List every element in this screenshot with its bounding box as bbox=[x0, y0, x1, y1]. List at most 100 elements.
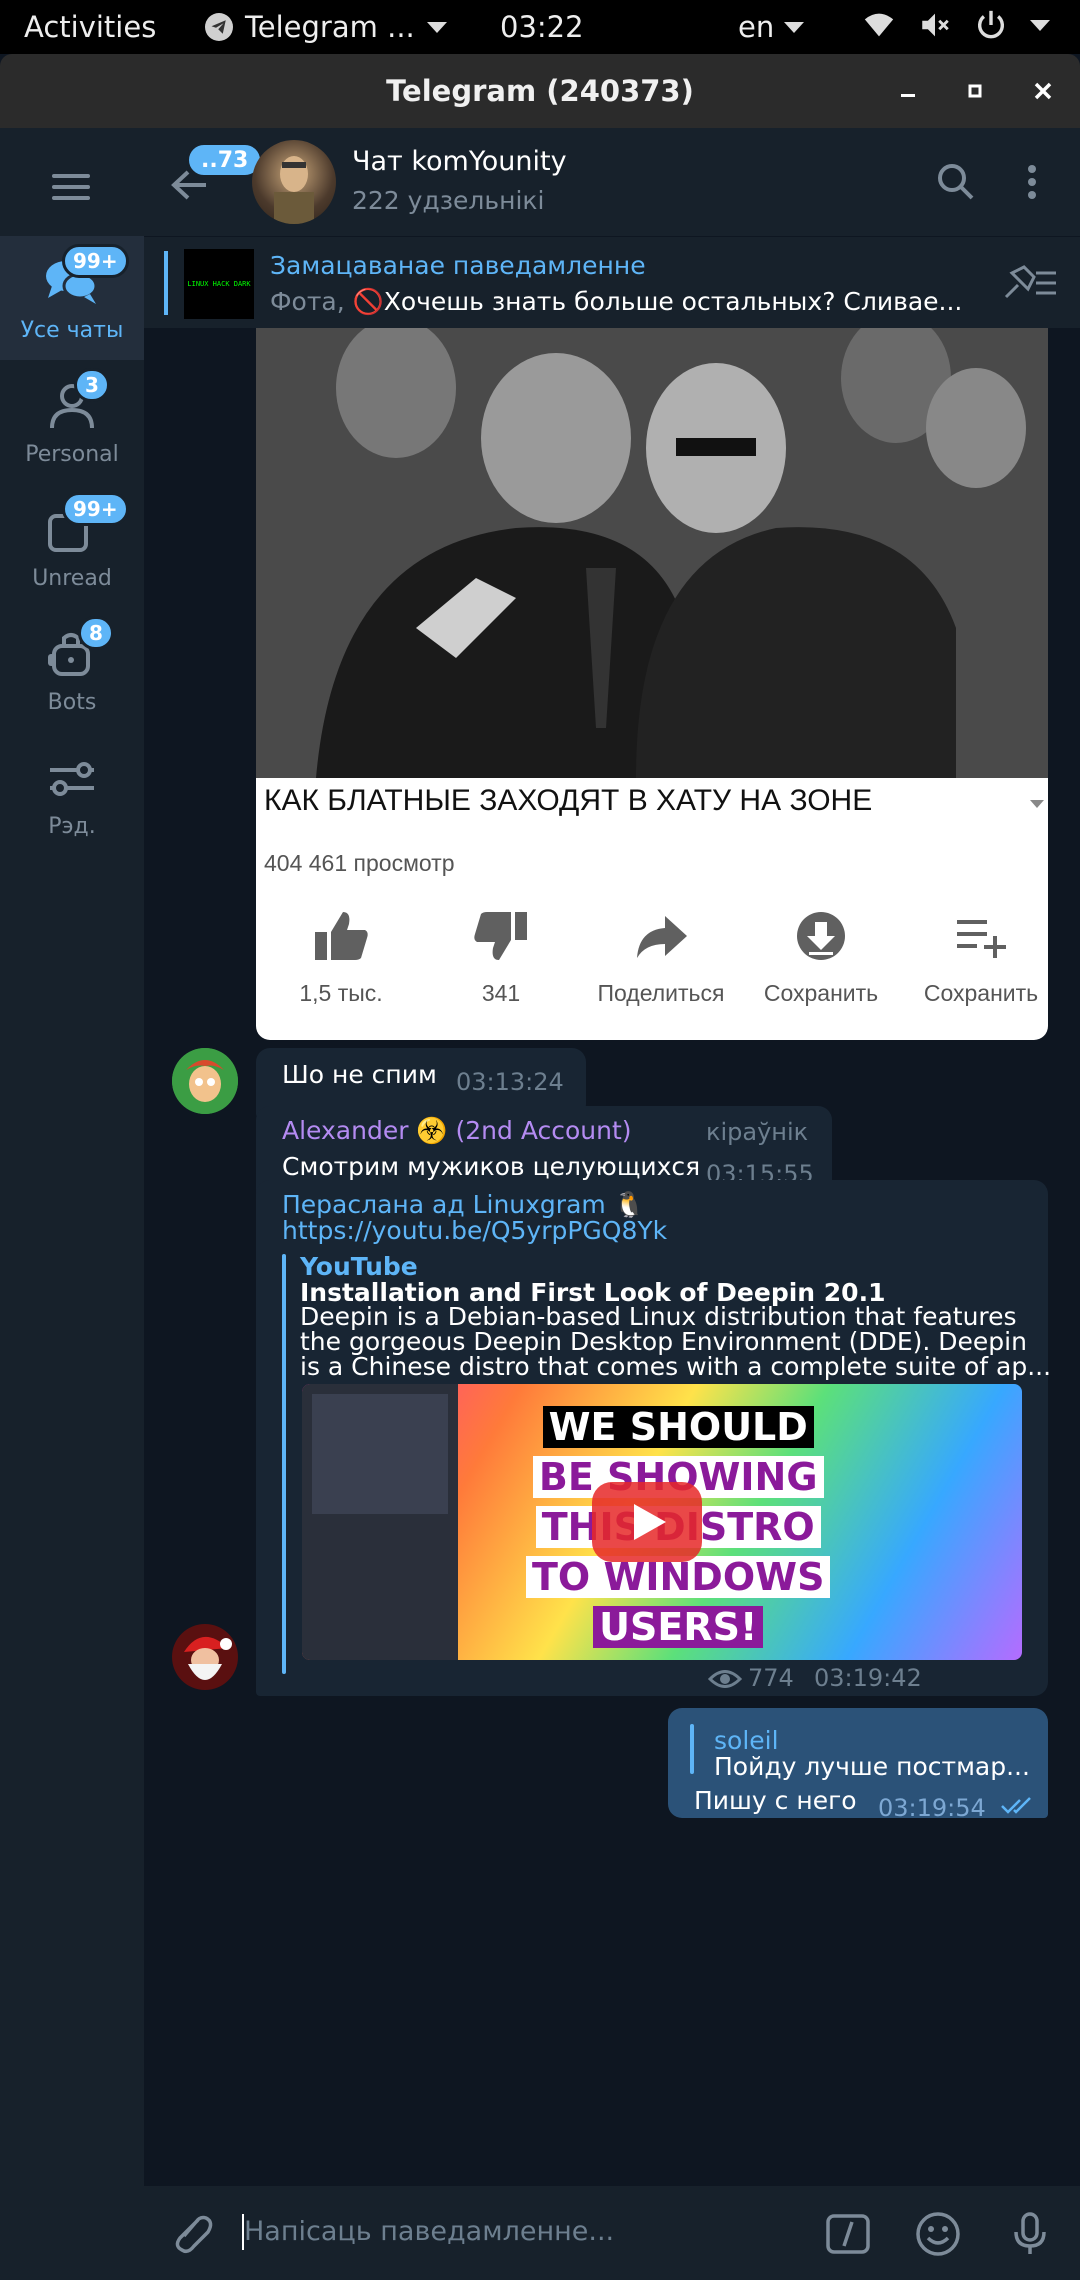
keyboard-layout[interactable]: en bbox=[738, 10, 805, 44]
wifi-icon bbox=[864, 13, 894, 37]
sender-avatar[interactable] bbox=[172, 1048, 238, 1114]
folder-label: Усе чаты bbox=[20, 318, 124, 343]
message-sender[interactable]: Alexander ☣️ (2nd Account) bbox=[282, 1116, 632, 1146]
bot-commands-icon[interactable] bbox=[824, 2210, 872, 2258]
system-status-menu[interactable] bbox=[862, 8, 1050, 42]
thumbs-down-icon bbox=[474, 912, 527, 960]
folder-all-chats[interactable]: 99+ Усе чаты bbox=[0, 236, 144, 360]
close-button[interactable] bbox=[1028, 76, 1058, 106]
unread-badge: 3 bbox=[74, 368, 110, 402]
app-menu[interactable]: Telegram ... bbox=[205, 10, 447, 44]
message-text: Шо не спим bbox=[282, 1060, 437, 1089]
caret-down-icon bbox=[1030, 800, 1044, 808]
views-eye-icon bbox=[708, 1670, 742, 1688]
play-icon bbox=[634, 1504, 666, 1540]
share-icon bbox=[637, 916, 687, 958]
folders-sidebar: 99+ Усе чаты 3 Personal 99+ Unread 8 Bot… bbox=[0, 128, 144, 2280]
message-text: Пишу с него bbox=[694, 1786, 857, 1815]
pinned-list-icon[interactable] bbox=[1002, 263, 1058, 303]
volume-muted-icon bbox=[922, 13, 949, 37]
back-unread-badge: ..73 bbox=[186, 142, 264, 178]
message-time: 03:13:24 bbox=[456, 1068, 564, 1096]
folder-label: Unread bbox=[32, 566, 112, 591]
folder-edit[interactable]: Рэд. bbox=[0, 732, 144, 856]
folder-bots[interactable]: 8 Bots bbox=[0, 608, 144, 732]
pinned-accent-bar bbox=[164, 251, 168, 315]
message-list[interactable]: КАК БЛАТНЫЕ ЗАХОДЯТ В ХАТУ НА ЗОНЕ 404 4… bbox=[144, 328, 1080, 2186]
minimize-button[interactable] bbox=[893, 76, 923, 106]
preview-site-name: YouTube bbox=[300, 1252, 418, 1281]
maximize-icon bbox=[968, 84, 982, 98]
pinned-preview: Фота, 🚫Хочешь знать больше остальных? Сл… bbox=[270, 287, 960, 316]
chevron-down-icon bbox=[784, 21, 805, 33]
chevron-down-icon bbox=[426, 21, 447, 33]
unread-badge: 99+ bbox=[62, 244, 129, 278]
keyboard-layout-label: en bbox=[738, 10, 775, 44]
more-vertical-icon[interactable] bbox=[1010, 160, 1054, 204]
attach-icon[interactable] bbox=[168, 2210, 216, 2258]
power-icon bbox=[978, 10, 1004, 39]
message-photo[interactable] bbox=[256, 328, 1048, 778]
message-composer: Напісаць паведамленне... bbox=[144, 2186, 1080, 2280]
video-thumbnail[interactable]: WE SHOULD BE SHOWING THIS DISTRO TO WIND… bbox=[302, 1384, 1022, 1660]
views-count: 774 bbox=[748, 1664, 794, 1692]
message-time: 03:19:42 bbox=[814, 1664, 922, 1692]
play-button[interactable] bbox=[592, 1482, 702, 1562]
unread-badge: 99+ bbox=[62, 492, 129, 526]
edit-folders-icon bbox=[50, 762, 94, 796]
clock[interactable]: 03:22 bbox=[500, 10, 584, 44]
chevron-down-icon bbox=[1030, 19, 1050, 31]
close-icon bbox=[1034, 82, 1052, 100]
like-action: 1,5 тыс. bbox=[256, 908, 426, 1007]
unread-badge: 8 bbox=[78, 616, 114, 650]
preview-description-line: is a Chinese distro that comes with a co… bbox=[300, 1352, 1052, 1381]
main-menu-button[interactable] bbox=[52, 174, 90, 204]
chat-member-count: 222 удзельнікі bbox=[352, 186, 545, 215]
download-icon bbox=[797, 912, 845, 960]
message-link[interactable]: https://youtu.be/Q5yrpPGQ8Yk bbox=[282, 1216, 667, 1245]
app-menu-label: Telegram ... bbox=[245, 10, 415, 44]
microphone-icon[interactable] bbox=[1006, 2210, 1054, 2258]
save-action: Сохранить bbox=[736, 908, 906, 1007]
image-caption: КАК БЛАТНЫЕ ЗАХОДЯТ В ХАТУ НА ЗОНЕ bbox=[264, 784, 873, 817]
thumbnail-menu-panel bbox=[302, 1384, 458, 1660]
image-views: 404 461 просмотр bbox=[264, 850, 455, 876]
image-message[interactable]: КАК БЛАТНЫЕ ЗАХОДЯТ В ХАТУ НА ЗОНЕ 404 4… bbox=[256, 328, 1048, 1040]
playlist-add-icon bbox=[957, 920, 1006, 958]
folder-label: Bots bbox=[47, 690, 97, 715]
telegram-icon bbox=[205, 13, 233, 41]
pinned-title: Замацаванае паведамленне bbox=[270, 251, 646, 280]
sender-avatar[interactable] bbox=[172, 1624, 238, 1690]
hamburger-icon bbox=[52, 174, 90, 178]
minimize-icon bbox=[901, 94, 915, 97]
message-text: Смотрим мужиков целующихся bbox=[282, 1152, 701, 1181]
reply-name[interactable]: soleil bbox=[714, 1726, 779, 1755]
folder-personal[interactable]: 3 Personal bbox=[0, 360, 144, 484]
pinned-thumbnail: LINUX HACK DARK bbox=[184, 249, 254, 319]
chat-avatar[interactable] bbox=[252, 140, 336, 224]
save-playlist-action: Сохранить bbox=[896, 908, 1048, 1007]
image-actions-row: 1,5 тыс. 341 Поделиться Сохранить Сохран… bbox=[256, 908, 1048, 1028]
share-action: Поделиться bbox=[576, 908, 746, 1007]
dislike-action: 341 bbox=[416, 908, 586, 1007]
reply-accent-bar bbox=[690, 1724, 694, 1774]
reply-text[interactable]: Пойду лучше постмар... bbox=[714, 1752, 1030, 1781]
window-titlebar: Telegram (240373) bbox=[0, 54, 1080, 128]
folder-unread[interactable]: 99+ Unread bbox=[0, 484, 144, 608]
search-icon[interactable] bbox=[934, 160, 978, 204]
maximize-button[interactable] bbox=[960, 76, 990, 106]
admin-role-label: кіраўнік bbox=[706, 1118, 809, 1146]
pinned-message-bar[interactable]: LINUX HACK DARK Замацаванае паведамленне… bbox=[144, 236, 1080, 328]
preview-accent-bar bbox=[282, 1254, 286, 1674]
system-top-bar: Activities Telegram ... 03:22 en bbox=[0, 0, 1080, 54]
activities-button[interactable]: Activities bbox=[24, 10, 156, 44]
double-check-icon bbox=[1001, 1797, 1031, 1814]
emoji-icon[interactable] bbox=[914, 2210, 962, 2258]
chat-title[interactable]: Чат komYounity bbox=[352, 146, 567, 177]
message-input[interactable]: Напісаць паведамленне... bbox=[244, 2216, 614, 2247]
folder-label: Personal bbox=[25, 442, 119, 467]
chat-header: ..73 Чат komYounity 222 удзельнікі bbox=[144, 128, 1080, 236]
outgoing-message[interactable]: soleil Пойду лучше постмар... Пишу с нег… bbox=[668, 1708, 1048, 1822]
thumbs-up-icon bbox=[315, 912, 368, 960]
folder-label: Рэд. bbox=[48, 814, 96, 839]
